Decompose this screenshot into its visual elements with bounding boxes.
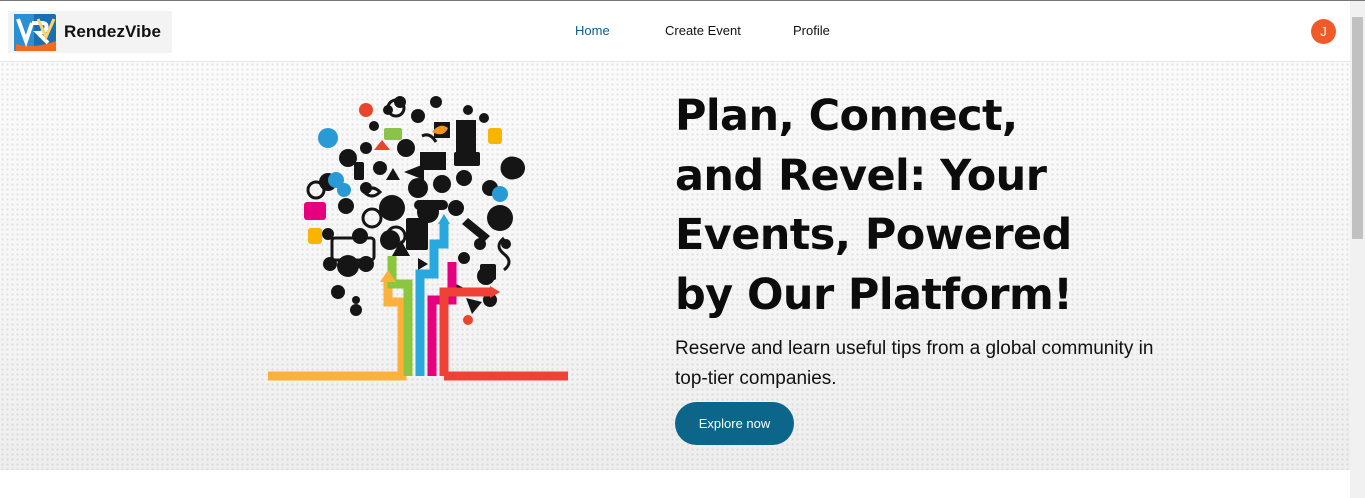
brand[interactable]: RendezVibe: [8, 11, 172, 53]
navbar: RendezVibe Home Create Event Profile J: [0, 1, 1350, 62]
scrollbar-thumb[interactable]: [1352, 17, 1363, 239]
explore-now-button[interactable]: Explore now: [675, 402, 794, 445]
hero-subtext: Reserve and learn useful tips from a glo…: [675, 338, 1154, 389]
rv-logo-icon: [14, 14, 56, 51]
content-below-hero: [0, 470, 1350, 498]
avatar-initial: J: [1320, 24, 1327, 39]
nav-link-create-event[interactable]: Create Event: [665, 23, 741, 38]
hero-headline: Plan, Connect, and Revel: Your Events, P…: [675, 91, 1073, 320]
brand-name: RendezVibe: [64, 22, 162, 41]
icon-tree-illustration: [268, 96, 568, 381]
nav-link-home[interactable]: Home: [575, 23, 610, 38]
page-scrollbar[interactable]: [1350, 1, 1365, 498]
user-avatar[interactable]: J: [1311, 19, 1336, 44]
nav-link-profile[interactable]: Profile: [793, 23, 830, 38]
hero-section: Plan, Connect, and Revel: Your Events, P…: [0, 62, 1350, 470]
